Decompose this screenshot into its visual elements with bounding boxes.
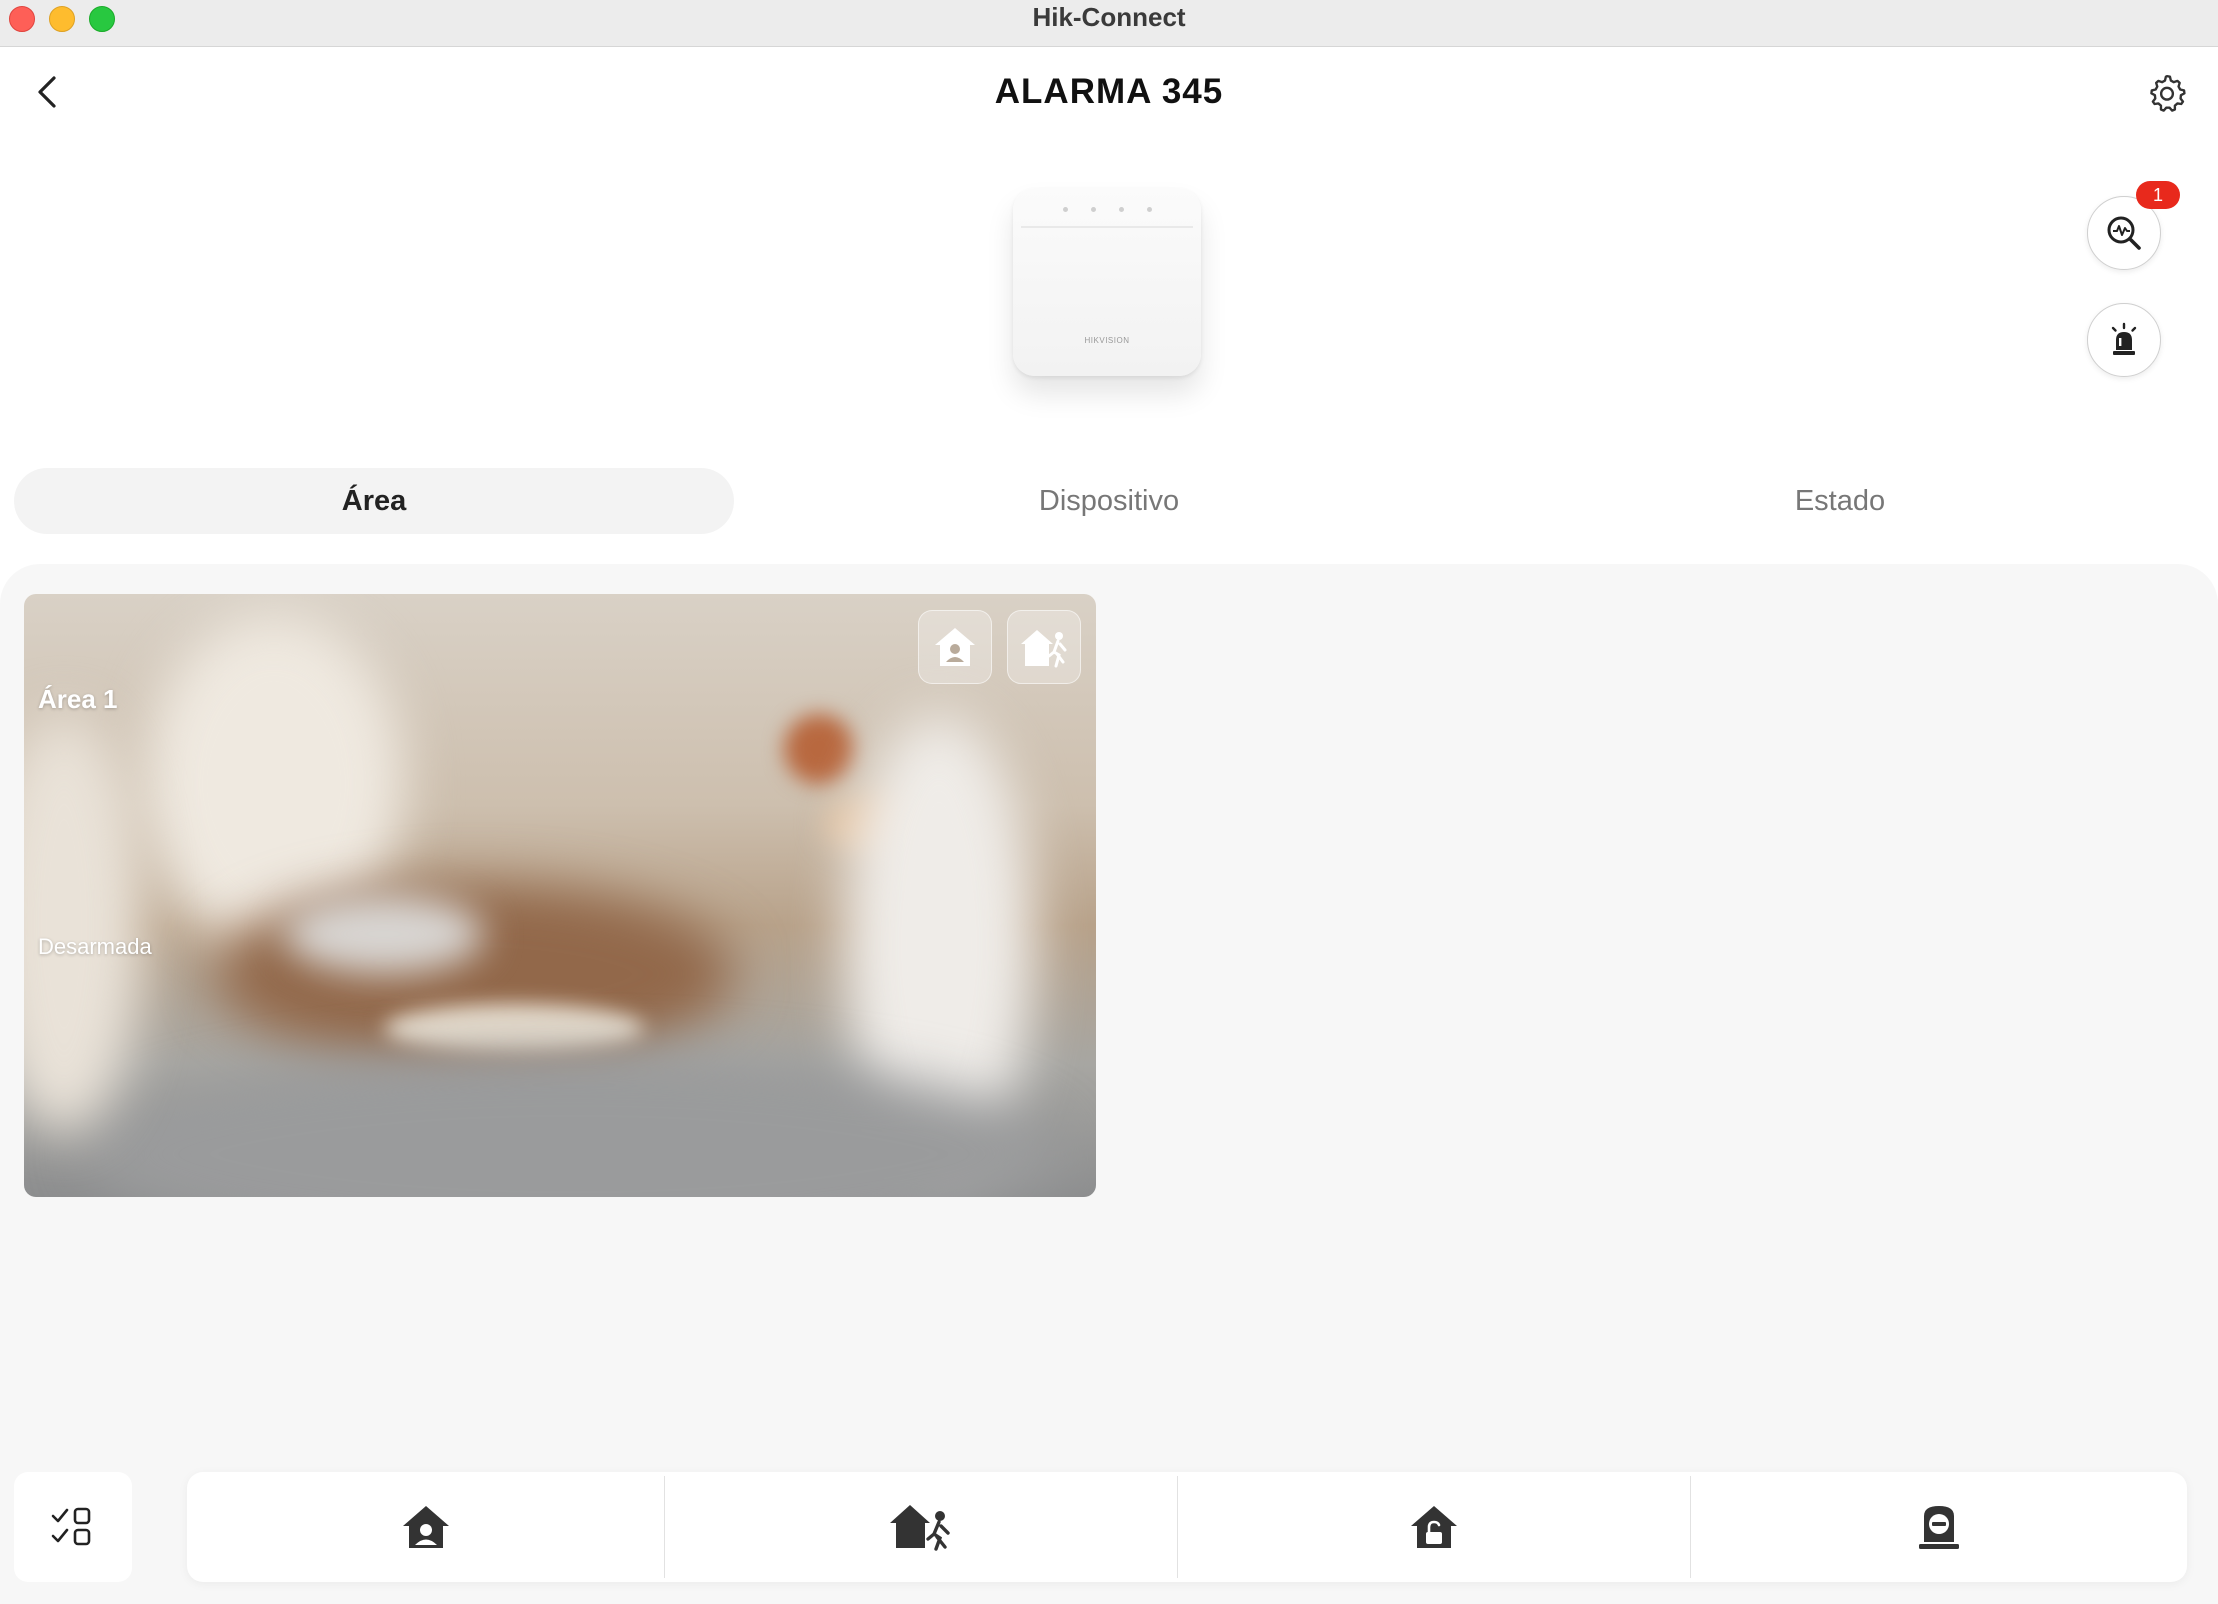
bottom-action-bar [187,1472,2187,1582]
away-arm-all-button[interactable] [665,1472,1177,1582]
device-led [1147,207,1152,212]
tab-area[interactable]: Área [14,468,734,534]
disarm-all-button[interactable] [1178,1472,1690,1582]
notification-badge: 1 [2136,181,2180,209]
area-away-arm-button[interactable] [1007,610,1081,684]
multi-select-icon [51,1507,91,1546]
settings-button[interactable] [2145,71,2189,115]
area-status: Desarmada [38,934,152,959]
background-blur [284,894,484,974]
multi-select-button[interactable] [14,1472,132,1582]
area-card[interactable]: Área 1 Desarmada [24,594,1096,1197]
area-stay-arm-button[interactable] [918,610,992,684]
device-image: HIKVISION [1013,188,1201,376]
background-blur [24,714,144,1134]
tab-estado[interactable]: Estado [1480,468,2200,534]
clear-alarm-icon [1919,1506,1959,1549]
device-led [1119,207,1124,212]
device-strip [1021,226,1193,228]
window-title: Hik-Connect [1032,2,1186,32]
window-titlebar: Hik-Connect [0,0,2218,47]
device-led [1091,207,1096,212]
stay-arm-all-button[interactable] [187,1472,664,1582]
gear-icon [2150,74,2186,112]
away-arm-icon [1021,630,1067,668]
tab-dispositivo[interactable]: Dispositivo [749,468,1469,534]
siren-button[interactable] [2087,303,2161,377]
area-name: Área 1 [38,684,118,714]
disarm-icon [1411,1506,1457,1548]
page-title: ALARMA 345 [994,72,1224,111]
search-activity-icon [2107,216,2141,250]
clear-alarm-button[interactable] [1691,1472,2187,1582]
device-led [1063,207,1068,212]
siren-icon [2111,322,2137,355]
stay-arm-icon [935,628,975,666]
stay-arm-icon [402,1506,449,1548]
background-blur [384,1004,644,1054]
background-blur [784,714,854,784]
device-brand: HIKVISION [1084,336,1130,345]
away-arm-icon [890,1505,950,1551]
